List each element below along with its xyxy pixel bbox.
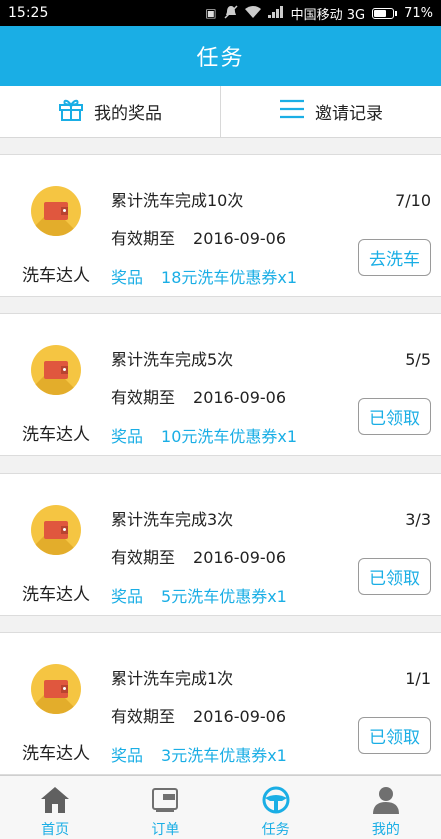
reward-coupon: 5元洗车优惠券x1	[161, 587, 287, 606]
reward-label: 奖品	[111, 427, 144, 446]
task-title: 累计洗车完成10次	[111, 191, 244, 210]
wallet-icon	[31, 505, 81, 555]
reward-coupon: 10元洗车优惠券x1	[161, 427, 298, 446]
reward-coupon: 18元洗车优惠券x1	[161, 268, 298, 287]
tab-label: 任务	[261, 822, 290, 838]
expiry: 有效期至 2016-09-06	[111, 544, 286, 568]
task-progress: 7/10	[395, 191, 431, 210]
gift-icon	[58, 97, 84, 126]
tab-label: 订单	[151, 822, 180, 838]
wallet-icon	[31, 186, 81, 236]
expiry-label: 有效期至	[111, 229, 176, 248]
reward-label: 奖品	[111, 746, 144, 765]
wallet-icon	[31, 345, 81, 395]
expiry-date: 2016-09-06	[193, 707, 286, 726]
expiry-label: 有效期至	[111, 707, 176, 726]
expiry-label: 有效期至	[111, 548, 176, 567]
tab-me[interactable]: 我的	[331, 776, 441, 839]
badge-label: 洗车达人	[22, 744, 90, 764]
task-progress: 5/5	[405, 350, 431, 369]
my-prizes-label: 我的奖品	[94, 104, 162, 124]
signal-icon	[267, 5, 284, 21]
list-icon	[279, 98, 305, 125]
badge-label: 洗车达人	[22, 585, 90, 605]
claimed-button[interactable]: 已领取	[358, 717, 431, 754]
invite-records-button[interactable]: 邀请记录	[221, 86, 441, 137]
task-card: 洗车达人 累计洗车完成3次 有效期至 2016-09-06 奖品 5元洗车优惠券x1…	[0, 473, 441, 616]
status-time: 15:25	[8, 5, 49, 21]
task-progress: 3/3	[405, 510, 431, 529]
task-title: 累计洗车完成1次	[111, 669, 234, 688]
expiry: 有效期至 2016-09-06	[111, 703, 286, 727]
tab-home[interactable]: 首页	[0, 776, 110, 839]
reward: 奖品 18元洗车优惠券x1	[111, 264, 297, 288]
mute-icon	[224, 4, 238, 22]
steering-wheel-icon	[260, 785, 292, 815]
expiry: 有效期至 2016-09-06	[111, 225, 286, 249]
expiry: 有效期至 2016-09-06	[111, 384, 286, 408]
top-nav: 我的奖品 邀请记录	[0, 86, 441, 138]
status-bar: 15:25 ▣ 中国移动 3G 71%	[0, 0, 441, 26]
order-icon	[149, 785, 181, 815]
battery-percent: 71%	[404, 5, 433, 21]
go-wash-button[interactable]: 去洗车	[358, 239, 431, 276]
my-prizes-button[interactable]: 我的奖品	[0, 86, 220, 137]
reward: 奖品 3元洗车优惠券x1	[111, 742, 287, 766]
wallet-icon	[31, 664, 81, 714]
header: 任务	[0, 26, 441, 86]
bottom-tab-bar: 首页 订单 任务 我的	[0, 775, 441, 839]
expiry-label: 有效期至	[111, 388, 176, 407]
task-card: 洗车达人 累计洗车完成10次 有效期至 2016-09-06 奖品 18元洗车优惠券…	[0, 154, 441, 297]
battery-icon	[372, 7, 398, 19]
tab-tasks[interactable]: 任务	[221, 776, 331, 839]
reward: 奖品 10元洗车优惠券x1	[111, 423, 297, 447]
carrier-label: 中国移动 3G	[290, 7, 366, 23]
reward-coupon: 3元洗车优惠券x1	[161, 746, 287, 765]
status-icons: ▣ 中国移动 3G 71%	[205, 4, 433, 23]
badge-label: 洗车达人	[22, 425, 90, 445]
expiry-date: 2016-09-06	[193, 388, 286, 407]
person-icon	[370, 785, 402, 815]
wifi-icon	[244, 5, 261, 21]
reward-label: 奖品	[111, 587, 144, 606]
reward-label: 奖品	[111, 268, 144, 287]
task-progress: 1/1	[405, 669, 431, 688]
tab-label: 我的	[371, 822, 400, 838]
page-title: 任务	[196, 46, 245, 71]
image-notification-icon: ▣	[205, 6, 217, 20]
reward: 奖品 5元洗车优惠券x1	[111, 583, 287, 607]
task-title: 累计洗车完成5次	[111, 350, 234, 369]
home-icon	[39, 785, 71, 815]
claimed-button[interactable]: 已领取	[358, 398, 431, 435]
tab-label: 首页	[41, 822, 70, 838]
task-card: 洗车达人 累计洗车完成5次 有效期至 2016-09-06 奖品 10元洗车优惠券x…	[0, 313, 441, 456]
invite-records-label: 邀请记录	[315, 104, 383, 124]
task-title: 累计洗车完成3次	[111, 510, 234, 529]
expiry-date: 2016-09-06	[193, 229, 286, 248]
expiry-date: 2016-09-06	[193, 548, 286, 567]
tab-orders[interactable]: 订单	[110, 776, 220, 839]
badge-label: 洗车达人	[22, 266, 90, 286]
claimed-button[interactable]: 已领取	[358, 558, 431, 595]
task-card: 洗车达人 累计洗车完成1次 有效期至 2016-09-06 奖品 3元洗车优惠券x1…	[0, 632, 441, 775]
